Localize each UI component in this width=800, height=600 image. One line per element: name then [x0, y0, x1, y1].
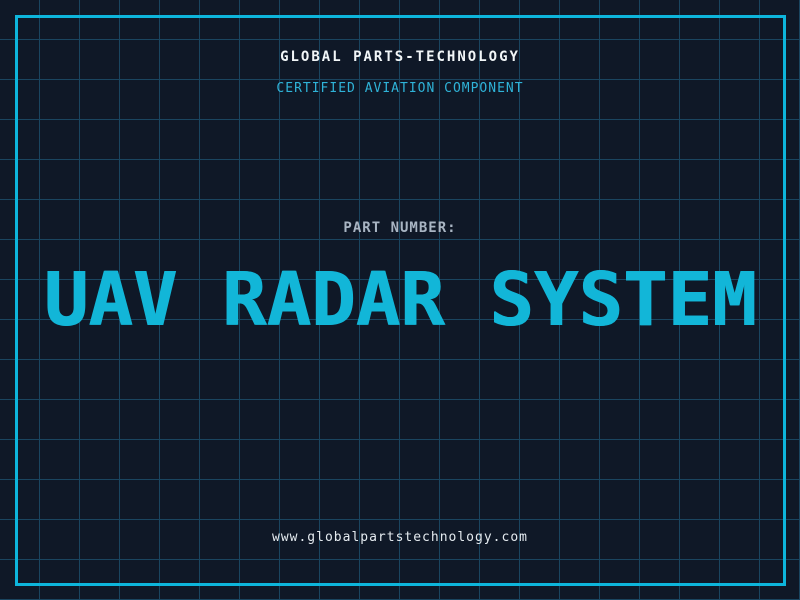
blueprint-page: GLOBAL PARTS-TECHNOLOGY CERTIFIED AVIATI…: [0, 0, 800, 600]
certification-tagline: CERTIFIED AVIATION COMPONENT: [276, 81, 524, 96]
company-name: GLOBAL PARTS-TECHNOLOGY: [280, 49, 520, 65]
website-url: www.globalpartstechnology.com: [272, 530, 528, 545]
part-number-value: UAV RADAR SYSTEM: [43, 257, 757, 343]
part-number-label: PART NUMBER:: [343, 220, 457, 236]
content-layer: GLOBAL PARTS-TECHNOLOGY CERTIFIED AVIATI…: [0, 0, 800, 600]
